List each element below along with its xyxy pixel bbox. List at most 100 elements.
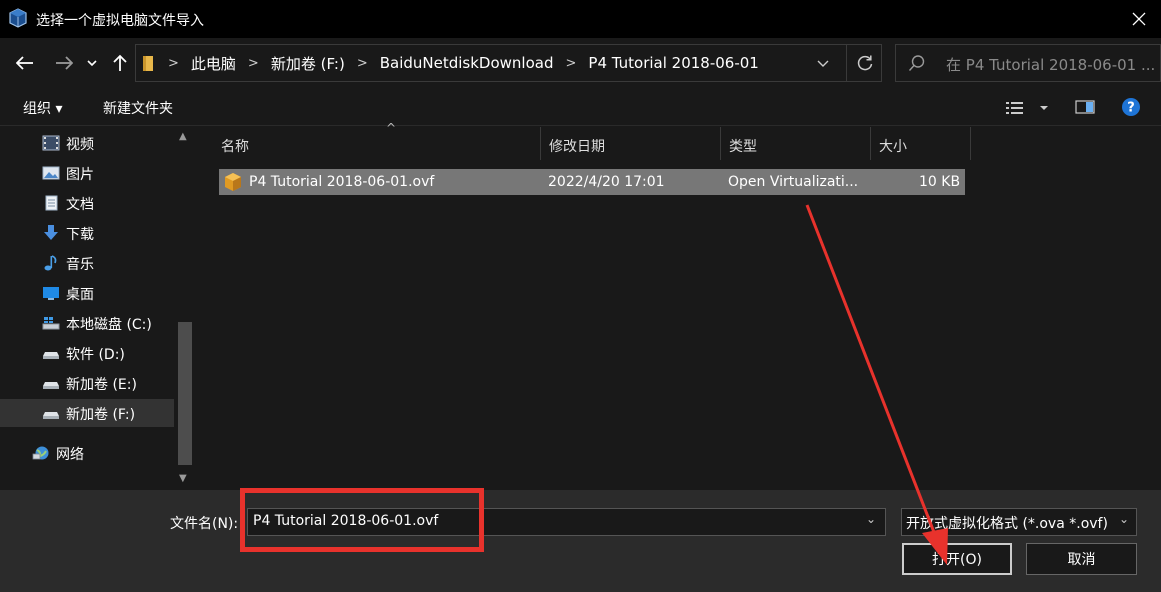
title-bar: 选择一个虚拟电脑文件导入 — [0, 0, 1161, 38]
sidebar-item-label: 网络 — [56, 447, 84, 463]
sidebar-item-label: 新加卷 (E:) — [66, 377, 137, 393]
scroll-down-icon[interactable]: ▼ — [179, 473, 187, 484]
open-button[interactable]: 打开(O) — [902, 543, 1012, 575]
sidebar-item-music[interactable]: 音乐 — [0, 249, 174, 277]
up-button[interactable] — [107, 50, 133, 76]
filename-label: 文件名(N): — [170, 516, 239, 532]
breadcrumb-current-folder[interactable]: P4 Tutorial 2018-06-01 — [588, 54, 758, 72]
breadcrumb-baidu-folder[interactable]: BaiduNetdiskDownload — [380, 54, 554, 72]
folder-icon — [143, 56, 153, 71]
breadcrumb-drive-f[interactable]: 新加卷 (F:) — [271, 53, 345, 74]
back-button[interactable] — [12, 50, 38, 76]
dialog-footer: 文件名(N): P4 Tutorial 2018-06-01.ovf ⌄ 开放式… — [0, 490, 1161, 592]
cancel-button[interactable]: 取消 — [1026, 543, 1137, 575]
details-view-icon — [1006, 102, 1023, 114]
file-type-filter[interactable]: 开放式虚拟化格式 (*.ova *.ovf) ⌄ — [901, 508, 1137, 536]
sidebar-item-drive-c[interactable]: 本地磁盘 (C:) — [0, 309, 174, 337]
breadcrumb-this-pc[interactable]: 此电脑 — [191, 53, 236, 74]
virtualbox-app-icon — [9, 8, 27, 28]
help-icon: ? — [1122, 98, 1140, 116]
sidebar-item-pictures[interactable]: 图片 — [0, 159, 174, 187]
chevron-down-icon[interactable]: ⌄ — [1119, 512, 1130, 526]
sidebar-item-drive-f[interactable]: 新加卷 (F:) — [0, 399, 174, 427]
organize-menu[interactable]: 组织 ▾ — [23, 98, 62, 118]
filter-value: 开放式虚拟化格式 (*.ova *.ovf) — [906, 516, 1108, 532]
sidebar-item-videos[interactable]: 视频 — [0, 129, 174, 157]
music-icon — [44, 255, 57, 271]
preview-pane-icon — [1075, 100, 1095, 114]
new-folder-button[interactable]: 新建文件夹 — [103, 98, 173, 118]
refresh-icon — [857, 55, 872, 71]
breadcrumb: > 此电脑 > 新加卷 (F:) > BaiduNetdiskDownload … — [136, 45, 759, 81]
search-icon — [908, 55, 925, 71]
breadcrumb-separator: > — [565, 55, 577, 71]
sidebar-item-label: 新加卷 (F:) — [66, 407, 136, 423]
document-icon — [45, 195, 58, 211]
svg-text:?: ? — [1127, 101, 1135, 116]
arrow-left-icon — [16, 56, 33, 70]
column-header-name[interactable]: ^ 名称 — [213, 121, 541, 160]
column-header-size[interactable]: 大小 — [871, 127, 971, 160]
sidebar-item-label: 文档 — [66, 197, 94, 213]
drive-icon — [43, 412, 59, 419]
column-header-modified[interactable]: 修改日期 — [541, 127, 721, 160]
table-row[interactable]: P4 Tutorial 2018-06-01.ovf 2022/4/20 17:… — [219, 169, 965, 195]
file-type: Open Virtualizati... — [728, 174, 859, 190]
picture-icon — [42, 166, 60, 180]
desktop-icon — [43, 287, 59, 300]
recent-locations-button[interactable] — [82, 50, 102, 76]
sidebar-item-desktop[interactable]: 桌面 — [0, 279, 174, 307]
sidebar-item-label: 下载 — [66, 227, 94, 243]
chevron-down-icon — [817, 60, 829, 67]
breadcrumb-separator: > — [247, 55, 259, 71]
sidebar-item-label: 本地磁盘 (C:) — [66, 317, 152, 333]
sidebar-item-label: 桌面 — [66, 287, 94, 303]
search-placeholder: 在 P4 Tutorial 2018-06-01 ... — [946, 56, 1156, 74]
file-name: P4 Tutorial 2018-06-01.ovf — [249, 174, 435, 190]
scrollbar-thumb[interactable] — [178, 322, 192, 465]
sidebar-item-label: 图片 — [66, 167, 94, 183]
annotation-highlight-box — [240, 488, 484, 552]
close-button[interactable] — [1116, 0, 1161, 38]
sidebar-item-label: 视频 — [66, 137, 94, 153]
preview-pane-button[interactable] — [1075, 99, 1095, 117]
breadcrumb-separator: > — [356, 55, 368, 71]
command-toolbar: 组织 ▾ 新建文件夹 ? — [0, 90, 1161, 126]
scroll-up-icon[interactable]: ▲ — [179, 131, 187, 142]
file-modified: 2022/4/20 17:01 — [548, 174, 665, 190]
sidebar-item-network[interactable]: 网络 — [0, 439, 174, 467]
sort-ascending-icon: ^ — [386, 121, 397, 135]
breadcrumb-separator: > — [168, 55, 179, 71]
file-list: ^ 名称 修改日期 类型 大小 P4 Tutorial 2018-06-01.o… — [197, 121, 1161, 490]
download-icon — [44, 225, 58, 240]
arrow-up-icon — [113, 54, 127, 71]
chevron-down-icon — [87, 60, 97, 67]
help-button[interactable]: ? — [1121, 97, 1141, 117]
column-header-type[interactable]: 类型 — [721, 127, 871, 160]
search-box[interactable]: 在 P4 Tutorial 2018-06-01 ... — [895, 44, 1161, 82]
refresh-button[interactable] — [846, 45, 882, 81]
drive-icon — [43, 352, 59, 359]
caret-down-icon — [1040, 106, 1048, 110]
system-drive-icon — [42, 317, 60, 330]
sidebar-item-drive-d[interactable]: 软件 (D:) — [0, 339, 174, 367]
sidebar-item-label: 软件 (D:) — [66, 347, 125, 363]
window-title: 选择一个虚拟电脑文件导入 — [36, 13, 204, 29]
navigation-pane: 视频 图片 文档 下载 音乐 桌面 本地磁盘 (C:) 软件 (D:) 新加卷 … — [0, 127, 197, 490]
arrow-right-icon — [56, 56, 73, 70]
address-bar[interactable]: > 此电脑 > 新加卷 (F:) > BaiduNetdiskDownload … — [135, 44, 882, 82]
sidebar-scrollbar[interactable]: ▲ ▼ — [174, 127, 196, 490]
sidebar-item-label: 音乐 — [66, 257, 94, 273]
view-options-button[interactable] — [1005, 100, 1055, 118]
chevron-down-icon[interactable]: ⌄ — [866, 512, 876, 526]
sidebar-item-drive-e[interactable]: 新加卷 (E:) — [0, 369, 174, 397]
forward-button[interactable] — [51, 50, 77, 76]
address-history-dropdown[interactable] — [808, 45, 838, 81]
close-icon — [1132, 12, 1145, 26]
video-icon — [42, 135, 60, 151]
drive-icon — [43, 382, 59, 389]
ovf-file-icon — [225, 173, 241, 191]
sidebar-item-downloads[interactable]: 下载 — [0, 219, 174, 247]
sidebar-item-documents[interactable]: 文档 — [0, 189, 174, 217]
network-icon — [32, 446, 49, 460]
